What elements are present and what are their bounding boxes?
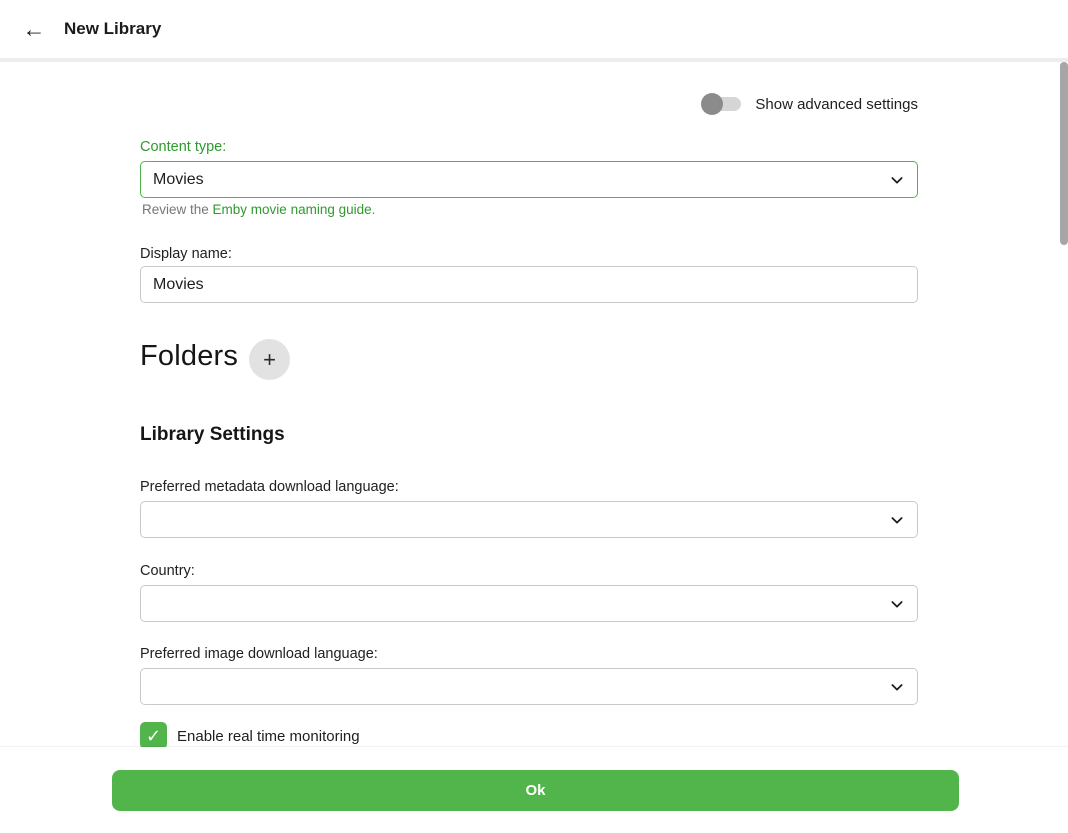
helper-suffix: . [372,202,376,217]
vertical-scrollbar-thumb[interactable] [1060,62,1068,245]
chevron-down-icon [889,512,905,528]
content-type-value: Movies [153,171,204,189]
add-folder-button[interactable]: + [249,339,290,380]
chevron-down-icon [889,679,905,695]
chevron-down-icon [889,596,905,612]
country-select[interactable] [140,585,918,622]
toggle-knob-icon [701,93,723,115]
country-label: Country: [140,563,195,579]
content-type-select[interactable]: Movies [140,161,918,198]
check-icon: ✓ [146,727,161,745]
metadata-language-select[interactable] [140,501,918,538]
image-language-select[interactable] [140,668,918,705]
plus-icon: + [263,347,276,372]
footer-bar: Ok [0,747,1068,833]
new-library-page: ← New Library Show advanced settings Con… [0,0,1068,833]
show-advanced-settings-toggle[interactable]: Show advanced settings [701,92,918,116]
display-name-value: Movies [153,276,204,294]
display-name-input[interactable]: Movies [140,266,918,303]
image-language-label: Preferred image download language: [140,646,378,662]
page-title: New Library [64,19,161,39]
naming-guide-link[interactable]: Emby movie naming guide [213,202,372,217]
ok-button[interactable]: Ok [112,770,959,811]
content-type-helper: Review the Emby movie naming guide. [142,202,375,217]
toggle-track-icon[interactable] [705,97,741,111]
realtime-monitoring-checkbox-row[interactable]: ✓ Enable real time monitoring [140,722,360,749]
library-settings-heading: Library Settings [140,424,285,446]
content-type-label: Content type: [140,139,226,155]
helper-prefix: Review the [142,202,213,217]
app-bar: ← New Library [0,0,1068,58]
appbar-divider [0,58,1068,62]
folders-heading: Folders [140,340,238,373]
metadata-language-label: Preferred metadata download language: [140,479,399,495]
back-button[interactable]: ← [14,9,54,49]
chevron-down-icon [889,172,905,188]
checkbox-checked-icon[interactable]: ✓ [140,722,167,749]
back-arrow-icon: ← [23,16,46,42]
realtime-monitoring-label: Enable real time monitoring [177,728,360,745]
display-name-label: Display name: [140,246,232,262]
toggle-label: Show advanced settings [755,96,918,113]
